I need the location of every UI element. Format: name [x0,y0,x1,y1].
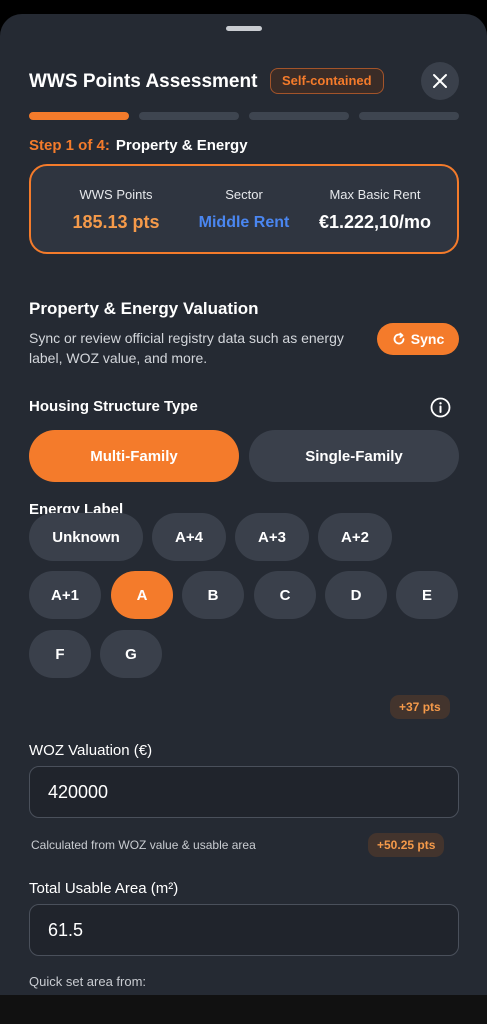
rent-summary: Max Basic Rent €1.222,10/mo [305,166,445,252]
energy-chip-e[interactable]: E [396,571,458,619]
page-title: WWS Points Assessment [29,71,258,92]
area-label: Total Usable Area (m²) [29,880,179,897]
refresh-icon [393,332,405,345]
housing-type-label: Housing Structure Type [29,398,198,415]
woz-input[interactable]: 420000 [29,766,459,818]
energy-chip-b[interactable]: B [182,571,244,619]
progress-segment-4 [359,112,459,120]
close-button[interactable] [421,62,459,100]
energy-chip-a[interactable]: A [111,571,173,619]
energy-chip-f[interactable]: F [29,630,91,678]
close-icon [433,74,447,88]
energy-chip-c[interactable]: C [254,571,316,619]
energy-chip-d[interactable]: D [325,571,387,619]
points-summary: WWS Points 185.13 pts [49,166,183,252]
points-label: WWS Points [79,187,153,202]
step-number: Step 1 of 4: [29,137,110,154]
system-navigation-bar [0,995,487,1024]
energy-points-badge: +37 pts [390,695,450,719]
single-family-option[interactable]: Single-Family [249,430,459,482]
section-title: Property & Energy Valuation [29,299,259,318]
sync-button[interactable]: Sync [377,323,459,355]
energy-chip-a-plus-1[interactable]: A+1 [29,571,101,619]
progress-segment-2 [139,112,239,120]
bottom-sheet: WWS Points Assessment Self-contained Ste… [0,14,487,1024]
summary-card: WWS Points 185.13 pts Sector Middle Rent… [29,164,459,254]
quick-set-label: Quick set area from: [29,974,147,989]
energy-chip-a-plus-2[interactable]: A+2 [318,513,392,561]
step-indicator: Step 1 of 4: Property & Energy [29,137,248,154]
section-description: Sync or review official registry data su… [29,330,344,366]
rent-value: €1.222,10/mo [318,212,432,232]
info-icon[interactable] [430,397,451,418]
woz-label: WOZ Valuation (€) [29,742,153,759]
points-value: 185.13 pts [72,212,160,232]
step-progress [29,112,459,120]
sync-label: Sync [410,331,445,347]
sector-summary: Sector Middle Rent [183,166,305,252]
energy-chip-a-plus-4[interactable]: A+4 [152,513,226,561]
woz-points-badge: +50.25 pts [368,833,445,857]
self-contained-badge: Self-contained [270,68,384,94]
woz-hint: Calculated from WOZ value & usable area [31,838,256,852]
progress-segment-1 [29,112,129,120]
multi-family-option[interactable]: Multi-Family [29,430,239,482]
sector-label: Sector [225,187,263,202]
area-input[interactable]: 61.5 [29,904,459,956]
energy-chip-g[interactable]: G [100,630,162,678]
sheet-grabber[interactable] [226,26,262,31]
progress-segment-3 [249,112,349,120]
rent-label: Max Basic Rent [329,187,421,202]
step-name: Property & Energy [115,137,248,154]
sector-value: Middle Rent [198,214,290,231]
energy-chip-unknown[interactable]: Unknown [29,513,143,561]
energy-chip-a-plus-3[interactable]: A+3 [235,513,309,561]
